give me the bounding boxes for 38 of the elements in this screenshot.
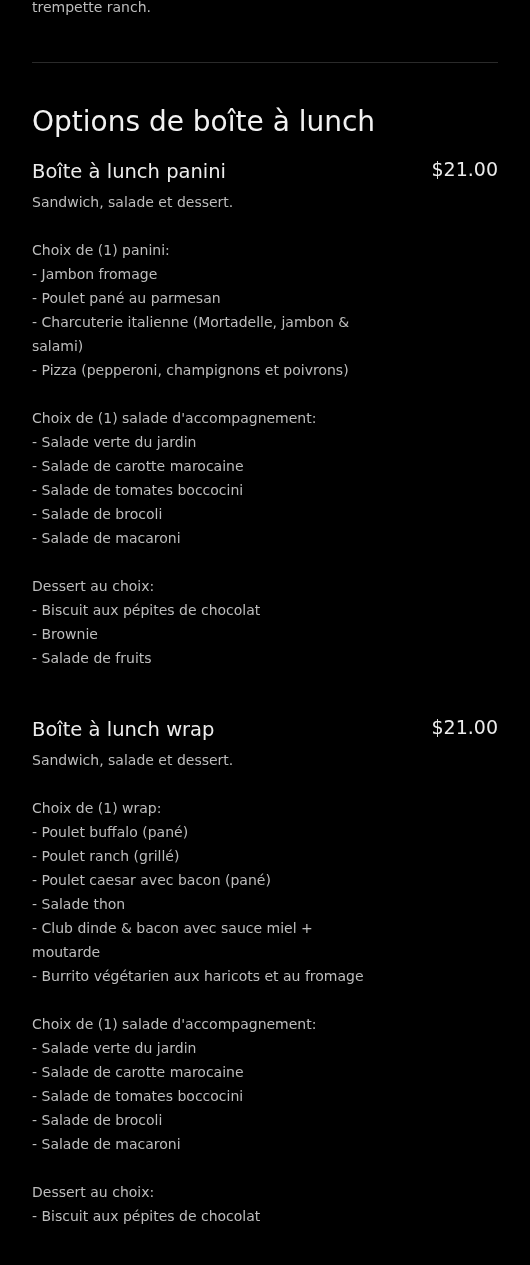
description-line: Choix de (1) wrap: bbox=[32, 799, 163, 818]
description-line: Sandwich, salade et dessert. bbox=[32, 751, 235, 770]
description-line: - Salade verte du jardin bbox=[32, 1039, 198, 1058]
description-line: - Salade de tomates boccocini bbox=[32, 481, 245, 500]
description-line: - Brownie bbox=[32, 625, 99, 644]
description-line: - Poulet buffalo (pané) bbox=[32, 823, 190, 842]
description-line: Choix de (1) salade d'accompagnement: bbox=[32, 1015, 318, 1034]
description-line: - Salade de macaroni bbox=[32, 529, 182, 548]
description-line: - Salade de carotte marocaine bbox=[32, 1063, 245, 1082]
description-line: - Poulet pané au parmesan bbox=[32, 289, 222, 308]
description-line: - Salade verte du jardin bbox=[32, 433, 198, 452]
description-line: - Salade de macaroni bbox=[32, 1135, 182, 1154]
description-line: - Poulet caesar avec bacon (pané) bbox=[32, 871, 272, 890]
description-line: Choix de (1) salade d'accompagnement: bbox=[32, 409, 318, 428]
description-line: - Charcuterie italienne (Mortadelle, jambon & salami) bbox=[32, 313, 351, 356]
description-line: Dessert au choix: bbox=[32, 577, 156, 596]
item-price: $21.00 bbox=[431, 715, 498, 740]
description-line: Choix de (1) panini: bbox=[32, 241, 171, 260]
description-line: Dessert au choix: bbox=[32, 1183, 156, 1202]
item-name: Boîte à lunch wrap bbox=[32, 717, 215, 743]
description-line: - Salade de brocoli bbox=[32, 1111, 164, 1130]
description-line: - Salade de carotte marocaine bbox=[32, 457, 245, 476]
description-line: Sandwich, salade et dessert. bbox=[32, 193, 235, 212]
description-line: - Pizza (pepperoni, champignons et poivrons) bbox=[32, 361, 350, 380]
description-line: - Burrito végétarien aux haricots et au fromage bbox=[32, 967, 365, 986]
description-line: - Poulet ranch (grillé) bbox=[32, 847, 181, 866]
description-line: - Jambon fromage bbox=[32, 265, 159, 284]
description-line: - Salade thon bbox=[32, 895, 127, 914]
section-title: Options de boîte à lunch bbox=[32, 104, 377, 140]
description-line: - Club dinde & bacon avec sauce miel + moutarde bbox=[32, 919, 314, 962]
item-name: Boîte à lunch panini bbox=[32, 159, 226, 185]
description-text: trempette ranch. bbox=[32, 0, 152, 17]
description-line: - Salade de brocoli bbox=[32, 505, 164, 524]
description-line: - Biscuit aux pépites de chocolat bbox=[32, 601, 262, 620]
item-price: $21.00 bbox=[431, 157, 498, 182]
description-line: - Biscuit aux pépites de chocolat bbox=[32, 1207, 262, 1226]
description-line: - Salade de tomates boccocini bbox=[32, 1087, 245, 1106]
description-line: - Salade de fruits bbox=[32, 649, 153, 668]
